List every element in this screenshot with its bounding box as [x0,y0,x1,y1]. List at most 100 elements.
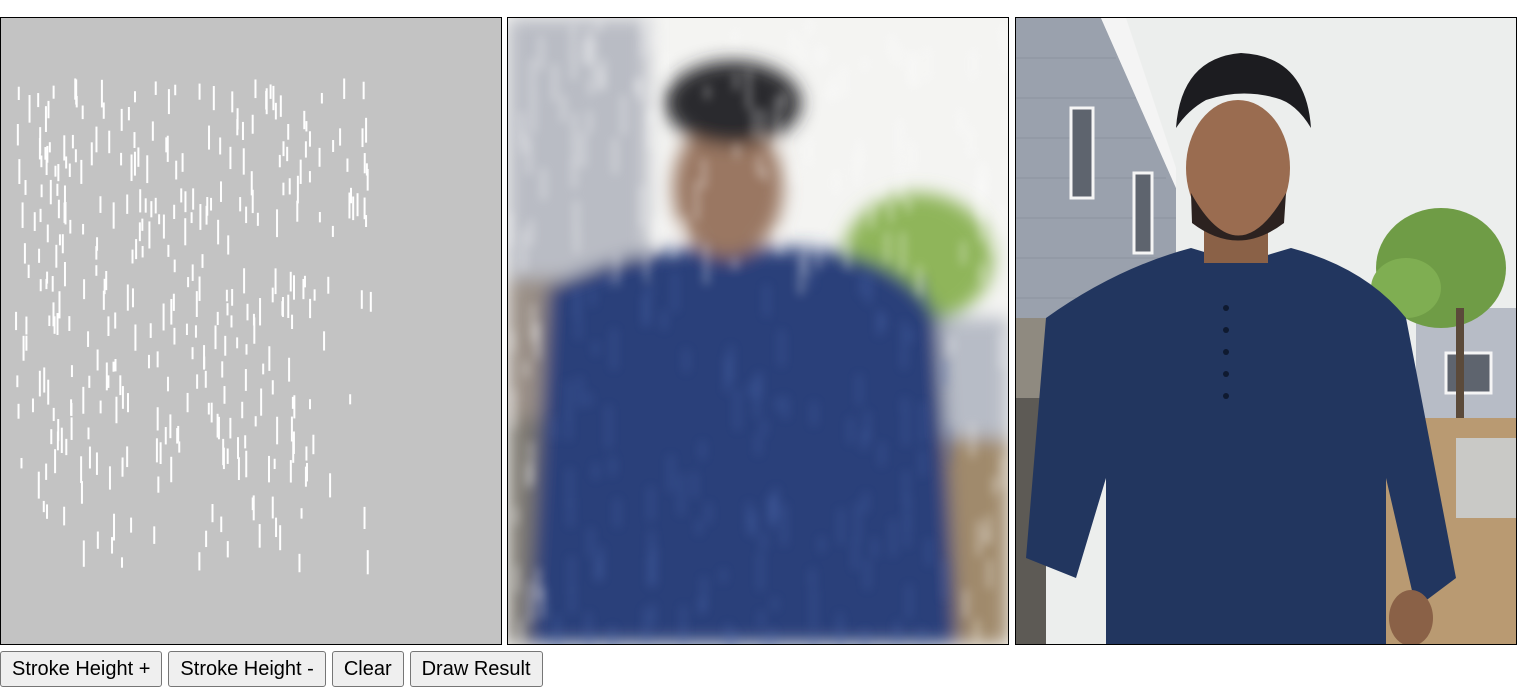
result-streak [747,69,751,109]
result-streak [885,231,889,263]
result-streak [635,79,639,94]
result-streak [838,613,842,644]
result-streak [521,131,525,155]
result-streak [510,330,514,352]
result-streak [747,502,751,525]
result-streak [782,91,786,110]
result-streak [513,506,517,525]
result-streak [652,547,656,586]
result-streak [583,38,587,66]
result-streak [695,180,699,221]
result-streak [842,65,846,98]
button-toolbar: Stroke Height + Stroke Height - Clear Dr… [0,651,543,687]
result-streak [817,46,821,66]
result-streak [992,230,996,253]
result-streak [879,181,883,200]
result-streak [665,54,669,87]
result-streak [942,358,946,386]
result-streak [721,569,725,583]
result-streak [969,127,973,158]
stroke-canvas[interactable] [0,17,502,645]
result-streak [889,33,893,58]
result-streak [873,538,877,558]
result-streak [860,272,864,296]
result-streak [889,200,893,223]
result-streak [981,206,985,242]
result-streak [961,241,965,265]
result-streak [536,568,540,601]
clear-button[interactable]: Clear [331,651,404,687]
result-streak [839,508,843,545]
result-streak [597,19,601,33]
result-streak [907,584,911,619]
result-streak [702,158,706,189]
result-streak [947,426,951,463]
result-streak [771,628,775,644]
result-streak [762,108,766,144]
result-streak [909,328,913,343]
result-streak [902,320,906,359]
result-streak [652,84,656,124]
result-streak [531,93,535,134]
result-streak [697,520,701,535]
result-streak [1007,154,1008,179]
result-streak [613,138,617,174]
result-streak [870,204,874,229]
result-streak [901,232,905,273]
result-streak [587,110,591,133]
result-streak [622,95,626,136]
result-streak [759,611,763,628]
result-streak [762,636,766,644]
result-streak [757,155,761,176]
result-streak [810,569,814,588]
result-streak [921,277,925,297]
result-streak [881,314,885,330]
result-streak [592,37,596,76]
result-streak [975,619,979,644]
result-streak [865,411,869,441]
result-streak [880,442,884,466]
result-streak [1002,456,1006,490]
result-streak [732,631,736,644]
result-streak [575,230,579,253]
result-streak [567,409,571,441]
result-streak [705,85,709,99]
result-streak [774,487,778,520]
result-streak [776,397,780,411]
result-streak [820,537,824,552]
result-streak [655,219,659,247]
result-streak [864,492,868,513]
result-streak [853,539,857,570]
stroke-height-plus-button[interactable]: Stroke Height + [0,651,163,687]
result-streak [903,397,907,413]
result-streak [891,519,895,557]
result-streak [587,612,591,644]
result-streak [527,137,531,175]
result-streak [612,328,616,370]
result-streak [828,84,832,101]
result-streak [799,254,803,295]
result-streak [570,585,574,614]
result-streak [978,179,982,218]
result-streak [782,504,786,546]
result-streak [594,463,598,479]
result-streak [857,374,861,405]
result-streak [849,417,853,444]
result-streak [684,349,688,372]
result-streak [651,604,655,627]
result-streak [942,566,946,600]
result-streak [917,265,921,295]
result-streak [735,143,739,159]
result-streak [681,605,685,644]
draw-result-button[interactable]: Draw Result [409,651,543,687]
result-streak [808,18,812,37]
result-streak [511,389,515,420]
result-streak [779,330,783,367]
stroke-drawing[interactable] [1,18,501,644]
result-streak [648,558,652,587]
original-image [1015,17,1517,645]
result-streak [865,559,869,590]
result-streak [775,110,779,150]
result-streak [913,53,917,88]
stroke-height-minus-button[interactable]: Stroke Height - [168,651,326,687]
